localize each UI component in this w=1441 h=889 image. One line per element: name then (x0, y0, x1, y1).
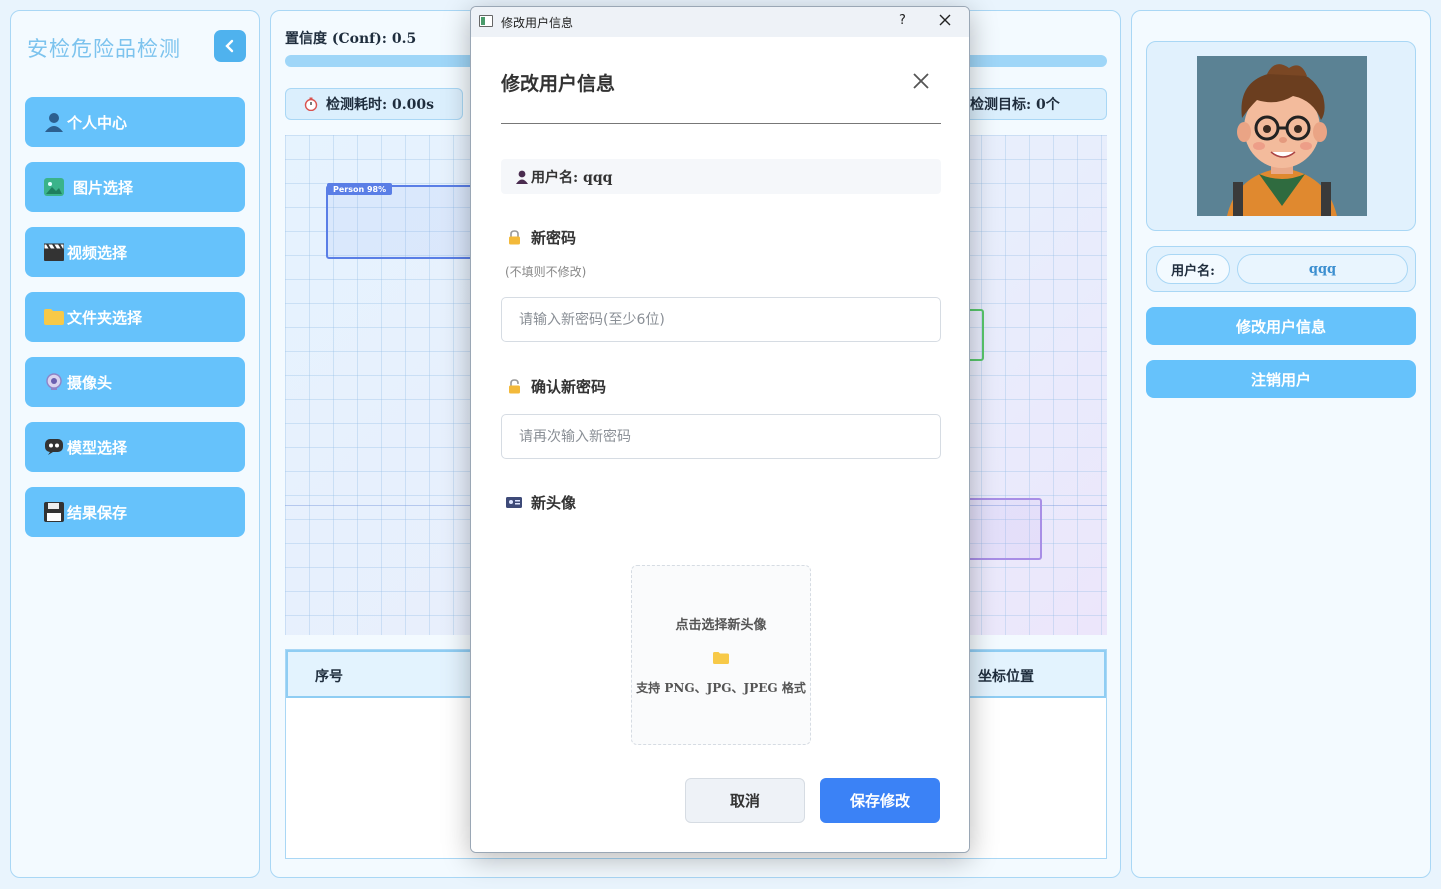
app-title: 安检危险品检测 (27, 37, 181, 61)
user-icon (515, 170, 529, 184)
confirm-password-input[interactable] (501, 414, 941, 459)
nav-label: 模型选择 (67, 438, 128, 457)
logout-button[interactable]: 注销用户 (1146, 360, 1416, 398)
save-changes-button[interactable]: 保存修改 (820, 778, 940, 823)
new-password-label-text: 新密码 (531, 229, 577, 247)
close-icon (913, 73, 929, 89)
window-title: 修改用户信息 (501, 16, 574, 30)
avatar-upload-area[interactable]: 点击选择新头像 支持 PNG、JPG、JPEG 格式 (631, 565, 811, 745)
close-icon (939, 14, 951, 26)
folder-icon (713, 649, 729, 664)
nav-folder-select[interactable]: 文件夹选择 (25, 292, 245, 342)
upload-formats: 支持 PNG、JPG、JPEG 格式 (636, 681, 806, 695)
user-icon (43, 111, 65, 133)
folder-icon (43, 306, 65, 328)
username-display: 用户名: qqq (501, 159, 941, 194)
model-icon (43, 436, 65, 458)
username-text: 用户名: qqq (531, 169, 613, 186)
help-button[interactable]: ? (899, 13, 906, 28)
upload-title: 点击选择新头像 (675, 618, 767, 633)
username-row: 用户名: qqq (1146, 246, 1416, 292)
target-count-text: 检测目标: 0个 (970, 97, 1060, 113)
nav-label: 图片选择 (73, 178, 134, 197)
nav-webcam[interactable]: 摄像头 (25, 357, 245, 407)
nav-label: 个人中心 (67, 113, 128, 132)
stopwatch-icon (304, 97, 318, 111)
dialog-body: 修改用户信息 用户名: qqq 新密码 (不填则不修改) 确认新密码 新头像 点… (471, 37, 969, 852)
new-password-label: 新密码 (505, 227, 576, 248)
nav-label: 视频选择 (67, 243, 128, 262)
column-header-index: 序号 (315, 669, 343, 685)
webcam-icon (43, 371, 65, 393)
image-icon (43, 176, 65, 198)
dialog-titlebar[interactable]: 修改用户信息 ? (471, 7, 969, 37)
nav-save-results[interactable]: 结果保存 (25, 487, 245, 537)
dialog-close-button[interactable] (913, 67, 929, 95)
elapsed-time-box: 检测耗时: 0.00s (285, 88, 463, 120)
sidebar: 安检危险品检测 个人中心 图片选择 视频选择 文件夹选择 摄像头 模型选择 结果… (10, 10, 260, 878)
nav-label: 摄像头 (67, 373, 113, 392)
confidence-label: 置信度 (Conf): 0.5 (285, 31, 417, 47)
password-hint: (不填则不修改) (505, 265, 587, 279)
id-card-icon (505, 497, 523, 508)
collapse-sidebar-button[interactable] (214, 30, 246, 62)
save-icon (43, 501, 65, 523)
nav-model-select[interactable]: 模型选择 (25, 422, 245, 472)
confirm-password-label: 确认新密码 (505, 376, 606, 397)
avatar-card (1146, 41, 1416, 231)
column-header-position: 坐标位置 (978, 669, 1034, 685)
clapperboard-icon (43, 241, 65, 263)
elapsed-time-text: 检测耗时: 0.00s (326, 97, 435, 113)
lock-icon (505, 230, 523, 245)
chevron-left-icon (225, 39, 234, 53)
confirm-password-label-text: 确认新密码 (531, 378, 607, 396)
nav-label: 文件夹选择 (67, 308, 143, 327)
new-avatar-label-text: 新头像 (531, 494, 577, 512)
nav-personal-center[interactable]: 个人中心 (25, 97, 245, 147)
dialog-heading: 修改用户信息 (501, 73, 616, 95)
new-avatar-label: 新头像 (505, 492, 576, 513)
username-value: qqq (1237, 254, 1408, 284)
window-icon (479, 15, 493, 27)
new-password-input[interactable] (501, 297, 941, 342)
user-panel: 用户名: qqq 修改用户信息 注销用户 (1131, 10, 1431, 878)
avatar (1197, 56, 1367, 216)
cancel-button[interactable]: 取消 (685, 778, 805, 823)
detection-box-person: Person 98% (326, 183, 486, 259)
lock-icon (505, 379, 523, 394)
nav-label: 结果保存 (67, 503, 128, 522)
edit-user-dialog: 修改用户信息 ? 修改用户信息 用户名: qqq 新密码 (不填则不修改) 确认… (470, 6, 970, 853)
nav-video-select[interactable]: 视频选择 (25, 227, 245, 277)
window-close-button[interactable] (939, 11, 951, 31)
detection-label: Person 98% (327, 183, 393, 195)
username-label: 用户名: (1156, 254, 1230, 284)
edit-user-info-button[interactable]: 修改用户信息 (1146, 307, 1416, 345)
nav-image-select[interactable]: 图片选择 (25, 162, 245, 212)
divider (501, 123, 941, 124)
